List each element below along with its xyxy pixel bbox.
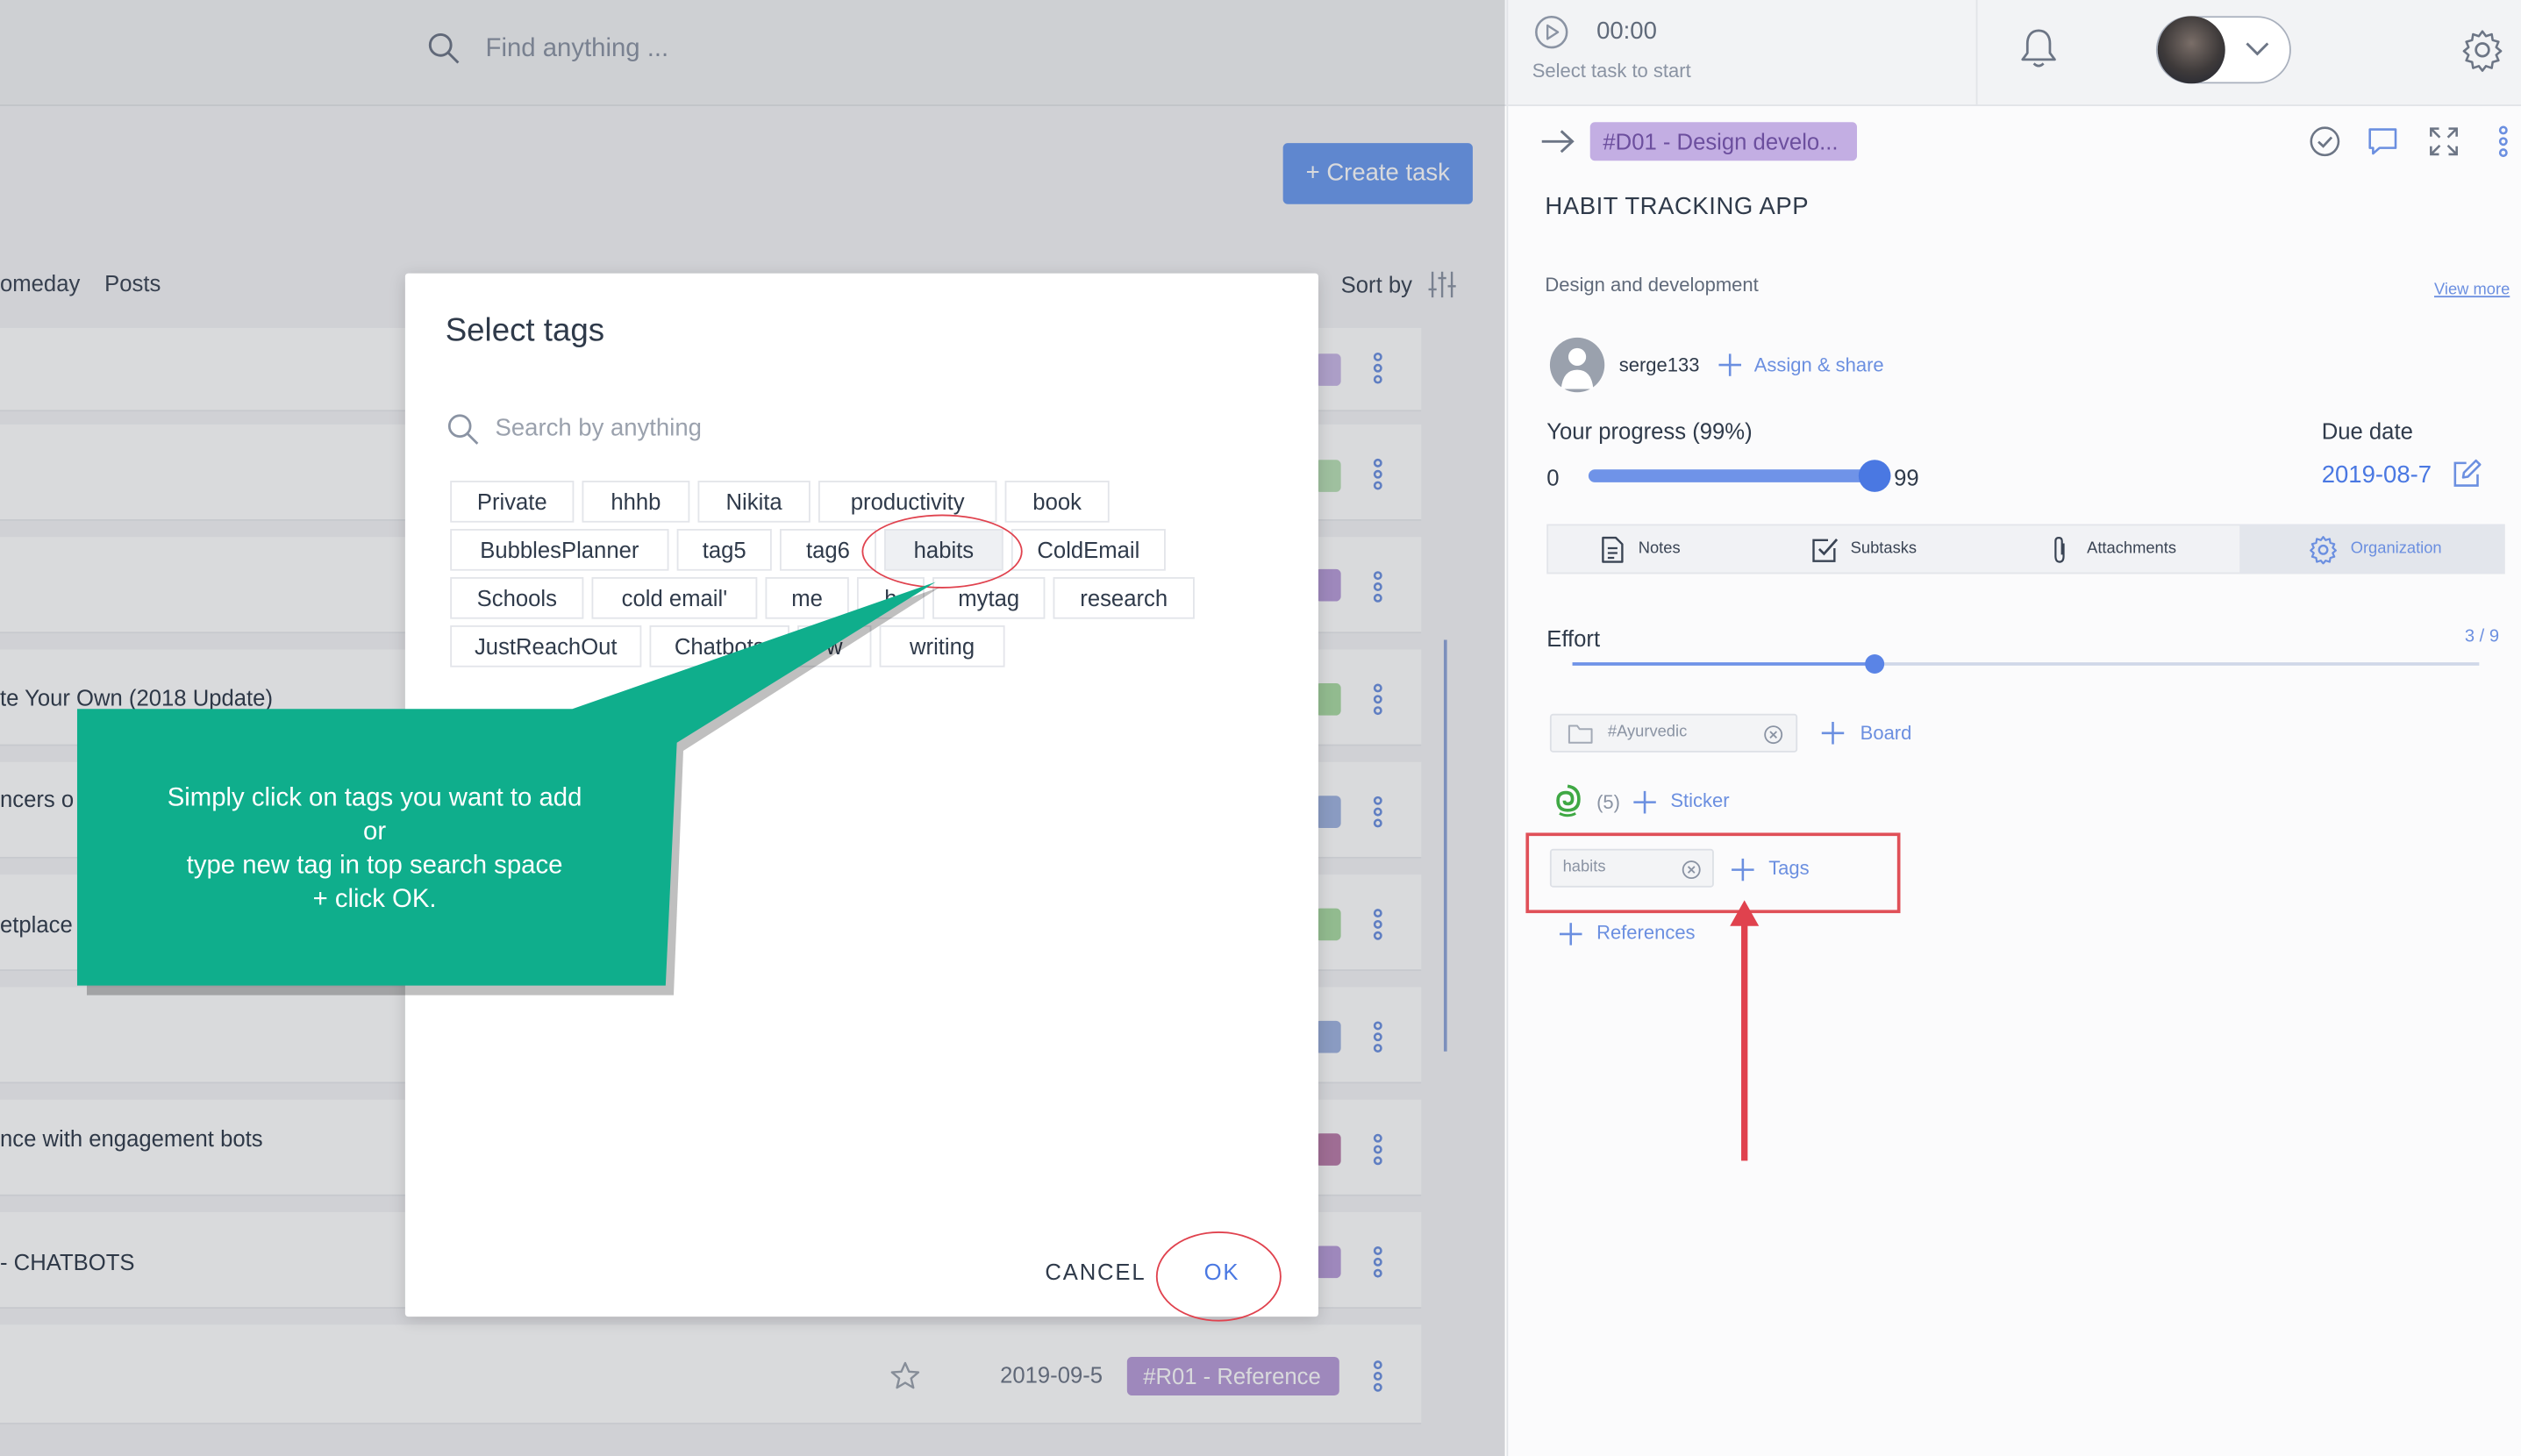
plus-icon[interactable]: [1633, 790, 1656, 814]
due-date-value[interactable]: 2019-08-7: [2322, 461, 2432, 489]
progress-value: 99: [1894, 464, 1919, 491]
tag-option[interactable]: w: [797, 625, 872, 667]
expand-icon[interactable]: [2428, 125, 2460, 158]
chevron-down-icon[interactable]: [2245, 39, 2270, 58]
tag-option[interactable]: me: [765, 577, 849, 619]
tab-organization[interactable]: Organization: [2351, 525, 2442, 575]
tag-option[interactable]: BubblesPlanner: [450, 529, 669, 571]
tag-option[interactable]: tag5: [676, 529, 772, 571]
comment-icon[interactable]: [2367, 125, 2399, 158]
arrow-right-icon[interactable]: [1540, 129, 1575, 154]
plus-icon[interactable]: [1718, 353, 1742, 376]
tag-option[interactable]: research: [1053, 577, 1195, 619]
tag-option[interactable]: Nikita: [697, 481, 811, 523]
task-description: Design and development: [1545, 273, 1759, 296]
search-icon: [447, 414, 479, 445]
play-icon[interactable]: [1534, 14, 1569, 49]
assign-share-link[interactable]: Assign & share: [1754, 353, 1884, 376]
timer-display: 00:00: [1596, 18, 1657, 46]
annotation-arrow: [1730, 900, 1760, 1161]
folder-icon: [1568, 724, 1593, 744]
gear-icon: [2310, 536, 2337, 565]
effort-slider-handle[interactable]: [1864, 653, 1884, 674]
user-silhouette-icon: [1560, 347, 1594, 389]
cancel-button[interactable]: CANCEL: [1045, 1259, 1145, 1294]
add-references-link[interactable]: References: [1596, 921, 1695, 944]
plus-icon[interactable]: [1821, 721, 1845, 745]
progress-fill: [1588, 469, 1875, 482]
notes-icon: [1602, 536, 1624, 563]
avatar[interactable]: [2157, 16, 2225, 84]
gear-icon[interactable]: [2460, 27, 2504, 72]
paperclip-icon: [2054, 537, 2065, 563]
tab-subtasks[interactable]: Subtasks: [1851, 525, 1917, 575]
tag-option[interactable]: Private: [450, 481, 575, 523]
add-sticker-link[interactable]: Sticker: [1670, 789, 1729, 812]
effort-fill: [1572, 662, 1875, 666]
sticker-count: (5): [1596, 790, 1620, 814]
view-more-link[interactable]: View more: [2434, 282, 2510, 299]
habits-highlight-ring: [861, 514, 1023, 589]
tag-option[interactable]: hhhb: [582, 481, 690, 523]
task-id-tag[interactable]: #D01 - Design develo...: [1589, 122, 1857, 161]
progress-min: 0: [1546, 464, 1560, 491]
highlight-box: [1525, 832, 1901, 914]
tag-option[interactable]: JustReachOut: [450, 625, 642, 667]
divider: [1975, 0, 1978, 106]
tag-search-input[interactable]: Search by anything: [496, 415, 702, 442]
effort-value: 3 / 9: [2464, 626, 2500, 646]
tag-option[interactable]: Schools: [450, 577, 584, 619]
timer-hint: Select task to start: [1532, 59, 1691, 82]
sticker-icon: [1556, 784, 1581, 817]
assignee-name: serge133: [1618, 353, 1700, 376]
progress-label: Your progress (99%): [1546, 418, 1753, 444]
timer-area: [1506, 0, 1975, 106]
tag-option[interactable]: writing: [879, 625, 1005, 667]
task-title[interactable]: HABIT TRACKING APP: [1545, 193, 1809, 220]
due-date-label: Due date: [2321, 418, 2413, 444]
check-circle-icon[interactable]: [2309, 125, 2341, 158]
app-window: te Your Own (2018 Update) ncers o etplac…: [0, 0, 2521, 1456]
tab-notes[interactable]: Notes: [1639, 525, 1681, 575]
bell-icon[interactable]: [2016, 25, 2060, 70]
add-board-link[interactable]: Board: [1860, 722, 1912, 745]
plus-icon[interactable]: [1559, 923, 1582, 946]
more-options-icon[interactable]: [2496, 124, 2511, 159]
screenshot-canvas: te Your Own (2018 Update) ncers o etplac…: [0, 0, 2521, 1456]
callout-text: Simply click on tags you want to add or …: [167, 784, 582, 914]
tag-option[interactable]: Chatbots: [649, 625, 789, 667]
tag-option[interactable]: book: [1004, 481, 1110, 523]
close-icon[interactable]: [1764, 725, 1783, 745]
subtasks-icon: [1812, 539, 1839, 562]
ok-highlight-ring: [1155, 1231, 1282, 1322]
board-chip-label: #Ayurvedic: [1607, 723, 1688, 741]
tag-option[interactable]: ColdEmail: [1011, 529, 1166, 571]
task-detail-panel: [1506, 105, 2521, 1456]
effort-label: Effort: [1546, 625, 1601, 652]
tab-attachments[interactable]: Attachments: [2087, 525, 2176, 575]
edit-icon[interactable]: [2450, 458, 2482, 490]
dialog-title: Select tags: [445, 313, 605, 349]
tag-option[interactable]: cold email': [591, 577, 758, 619]
